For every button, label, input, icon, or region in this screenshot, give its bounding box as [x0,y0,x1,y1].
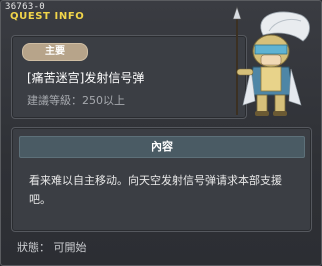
quest-status: 狀態： 可開始 [17,241,87,254]
content-header: 內容 [19,136,305,158]
quest-summary-panel: 主要 [痛苦迷宫]发射信号弹 建議等級：250以上 [11,35,247,119]
npc-knight-icon [232,6,310,116]
content-text: 看来难以自主移动。向天空发射信号弹请求本部支援吧。 [29,174,282,206]
quest-name: [痛苦迷宫]发射信号弹 [27,71,145,85]
quest-info-window: 36763-0 QUEST INFO 主要 [痛苦迷宫]发射信号弹 建議等級：2… [0,0,322,266]
level-requirement: 建議等級：250以上 [27,94,125,107]
quest-content-panel: 內容 看来难以自主移动。向天空发射信号弹请求本部支援吧。 [11,127,312,232]
quest-category-badge: 主要 [22,43,88,61]
window-title: QUEST INFO [10,11,85,22]
